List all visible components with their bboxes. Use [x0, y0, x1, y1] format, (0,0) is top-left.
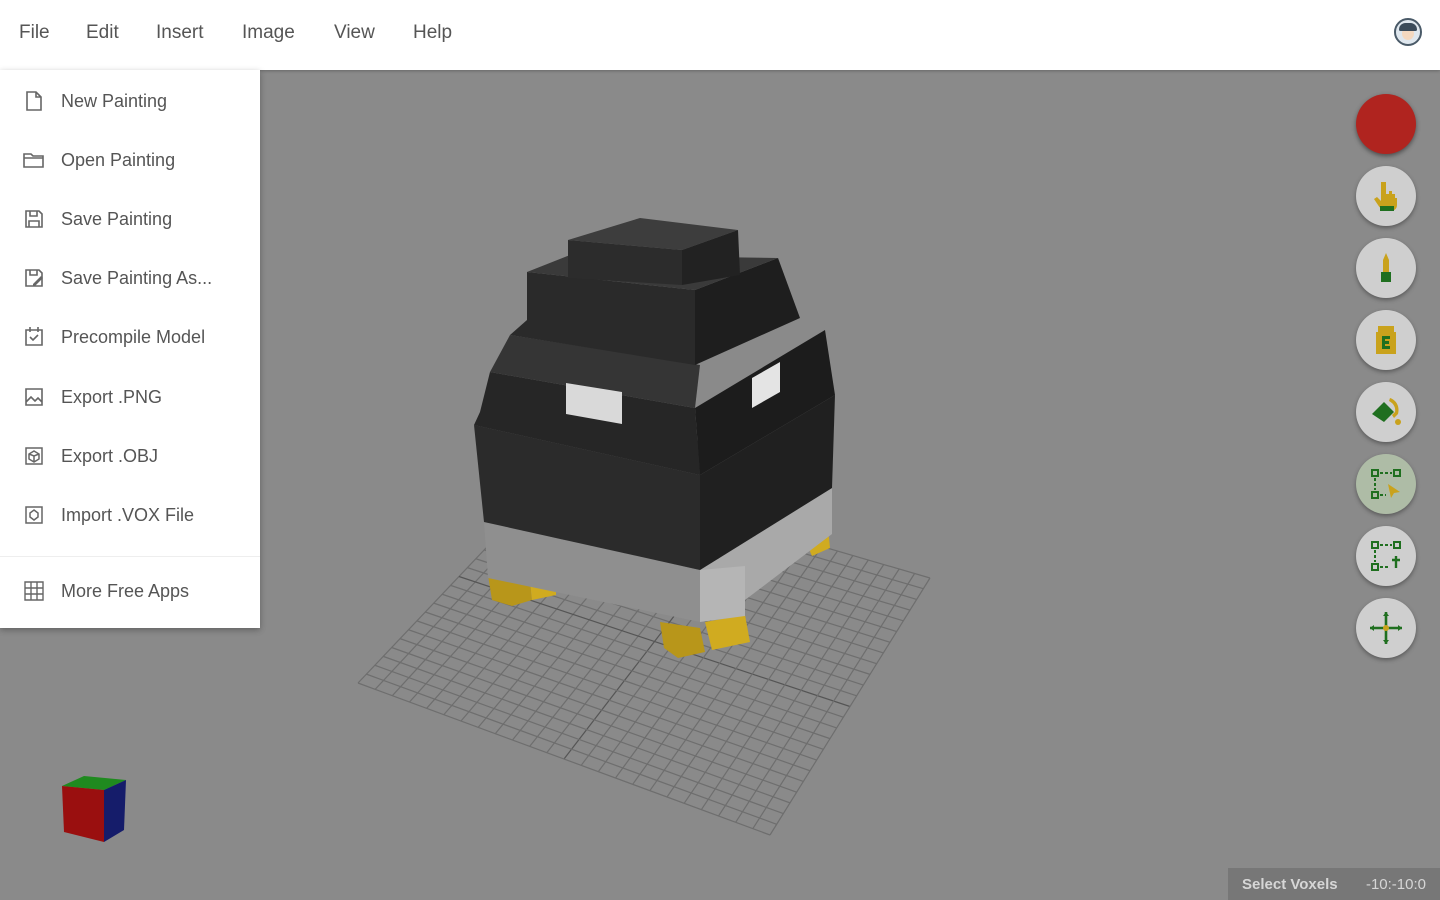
save-as-icon	[25, 269, 43, 287]
hand-pointer-icon	[1374, 182, 1397, 211]
menu-precompile-model[interactable]: Precompile Model	[0, 310, 260, 360]
file-menu-dropdown: New Painting Open Painting Save Painting…	[0, 70, 260, 628]
menu-item-label: Open Painting	[61, 150, 176, 170]
menu-export-obj[interactable]: Export .OBJ	[0, 429, 260, 479]
menu-item-label: Export .PNG	[61, 387, 163, 407]
menu-bar: File Edit Insert Image View Help	[0, 0, 1440, 70]
new-file-icon	[26, 91, 42, 111]
object-export-icon	[25, 447, 43, 465]
menu-edit[interactable]: Edit	[86, 22, 119, 44]
save-icon	[25, 210, 43, 228]
select-icon	[1371, 469, 1401, 499]
brush-tool[interactable]	[1356, 238, 1416, 298]
paint-bucket-icon	[1372, 398, 1401, 425]
menu-save-painting[interactable]: Save Painting	[0, 192, 260, 242]
menu-insert[interactable]: Insert	[156, 22, 204, 44]
orientation-cube[interactable]	[62, 776, 126, 842]
move-crosshair-icon	[1370, 612, 1402, 644]
color-picker-button[interactable]	[1356, 94, 1416, 154]
paint-bucket-tool[interactable]	[1356, 382, 1416, 442]
menu-new-painting[interactable]: New Painting	[0, 74, 260, 124]
precompile-icon	[25, 327, 43, 346]
select-voxels-tool[interactable]	[1356, 454, 1416, 514]
menu-item-label: Export .OBJ	[61, 446, 159, 466]
user-avatar[interactable]	[1394, 18, 1422, 46]
menu-item-label: More Free Apps	[61, 581, 190, 601]
status-mode: Select Voxels	[1242, 876, 1338, 893]
move-tool[interactable]	[1356, 598, 1416, 658]
voxel-model[interactable]	[474, 218, 835, 658]
menu-import-vox[interactable]: Import .VOX File	[0, 488, 260, 538]
deselect-tool[interactable]	[1356, 526, 1416, 586]
image-export-icon	[25, 388, 43, 406]
cube-side	[104, 780, 126, 842]
brush-icon	[1381, 253, 1391, 282]
body-band-under	[700, 566, 745, 622]
folder-open-icon	[23, 153, 44, 168]
menu-item-label: Save Painting As...	[61, 268, 213, 288]
menu-help[interactable]: Help	[413, 22, 452, 44]
import-icon	[25, 506, 43, 524]
menu-view[interactable]: View	[334, 22, 375, 44]
menu-file[interactable]: File	[19, 22, 50, 44]
menu-export-png[interactable]: Export .PNG	[0, 370, 260, 420]
menu-item-label: Import .VOX File	[61, 505, 195, 525]
status-coordinates: -10:-10:0	[1365, 876, 1426, 893]
menu-item-label: Save Painting	[61, 209, 173, 229]
menu-image[interactable]: Image	[242, 22, 295, 44]
menu-more-free-apps[interactable]: More Free Apps	[0, 564, 260, 614]
avatar-hair	[1399, 23, 1417, 31]
menu-item-label: Precompile Model	[61, 327, 206, 347]
eraser-tool[interactable]	[1356, 310, 1416, 370]
menu-item-label: New Painting	[61, 91, 168, 111]
menu-save-painting-as[interactable]: Save Painting As...	[0, 251, 260, 301]
eraser-icon	[1376, 326, 1396, 354]
pointer-tool[interactable]	[1356, 166, 1416, 226]
menu-open-painting[interactable]: Open Painting	[0, 133, 260, 183]
apps-grid-icon	[24, 581, 44, 601]
deselect-icon	[1371, 541, 1401, 571]
status-bar: Select Voxels -10:-10:0	[1228, 868, 1440, 900]
cube-front	[62, 786, 104, 842]
menu-divider	[0, 556, 260, 557]
